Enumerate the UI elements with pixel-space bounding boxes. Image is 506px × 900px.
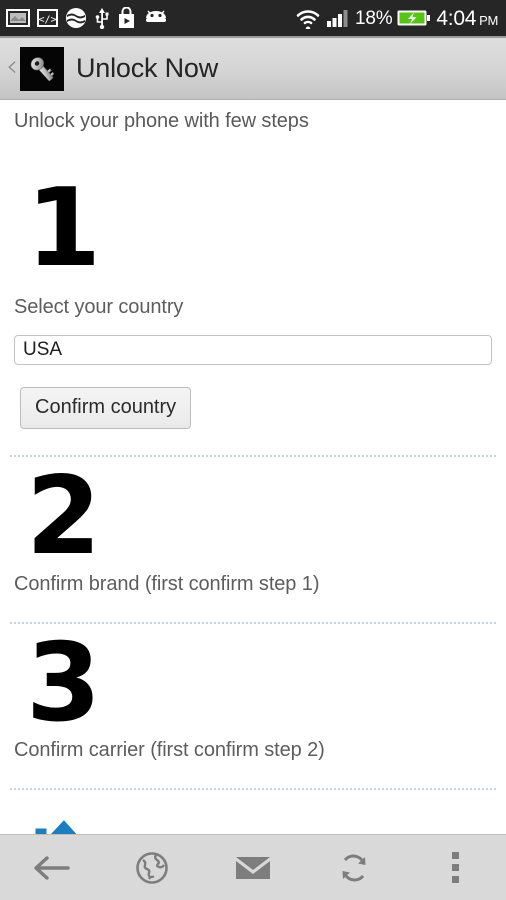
globe-icon (135, 851, 169, 885)
step-2-section: 2 Confirm brand (first confirm step 1) (0, 457, 506, 595)
android-robot-icon (143, 9, 169, 27)
step-1-section: 1 Select your country Confirm country (0, 133, 506, 429)
clock-ampm: PM (479, 14, 498, 27)
step-3-section: 3 Confirm carrier (first confirm step 2) (0, 624, 506, 762)
status-bar: </> (0, 0, 506, 36)
status-bar-right-icons: 18% 4:04 PM (295, 7, 498, 29)
browser-icon (65, 7, 87, 29)
clock: 4:04 PM (436, 8, 498, 29)
country-input[interactable] (14, 335, 492, 365)
play-store-icon (117, 7, 136, 29)
browser-button[interactable] (101, 835, 202, 900)
back-arrow-icon (32, 853, 70, 883)
menu-button[interactable] (405, 835, 506, 900)
overflow-menu-icon (452, 852, 459, 883)
key-icon (20, 47, 64, 91)
page-subtitle: Unlock your phone with few steps (0, 101, 506, 133)
page-title: Unlock Now (76, 53, 218, 84)
refresh-icon (337, 851, 371, 885)
wifi-icon (295, 7, 321, 29)
code-icon: </> (37, 8, 58, 28)
step-1-number: 1 (14, 179, 492, 278)
back-button[interactable] (0, 835, 101, 900)
usb-icon (94, 7, 110, 29)
cellular-signal-icon (326, 8, 350, 28)
page-content: Unlock your phone with few steps 1 Selec… (0, 101, 506, 834)
clock-time: 4:04 (436, 8, 476, 29)
svg-text:</>: </> (38, 15, 56, 26)
confirm-country-button[interactable]: Confirm country (20, 387, 191, 429)
refresh-button[interactable] (304, 835, 405, 900)
battery-charging-icon (397, 8, 431, 28)
back-chevron-icon[interactable]: ‹ (4, 52, 20, 86)
home-icon[interactable] (28, 801, 98, 834)
section-divider-3 (10, 788, 496, 790)
status-bar-left-icons: </> (6, 7, 169, 29)
bottom-toolbar (0, 834, 506, 900)
envelope-icon (235, 854, 271, 881)
step-3-number: 3 (14, 634, 492, 733)
mail-button[interactable] (202, 835, 303, 900)
app-title-bar: ‹ Unlock Now (0, 38, 506, 100)
battery-percent-label: 18% (355, 9, 392, 28)
screenshot-icon (6, 8, 30, 28)
step-2-number: 2 (14, 467, 492, 566)
